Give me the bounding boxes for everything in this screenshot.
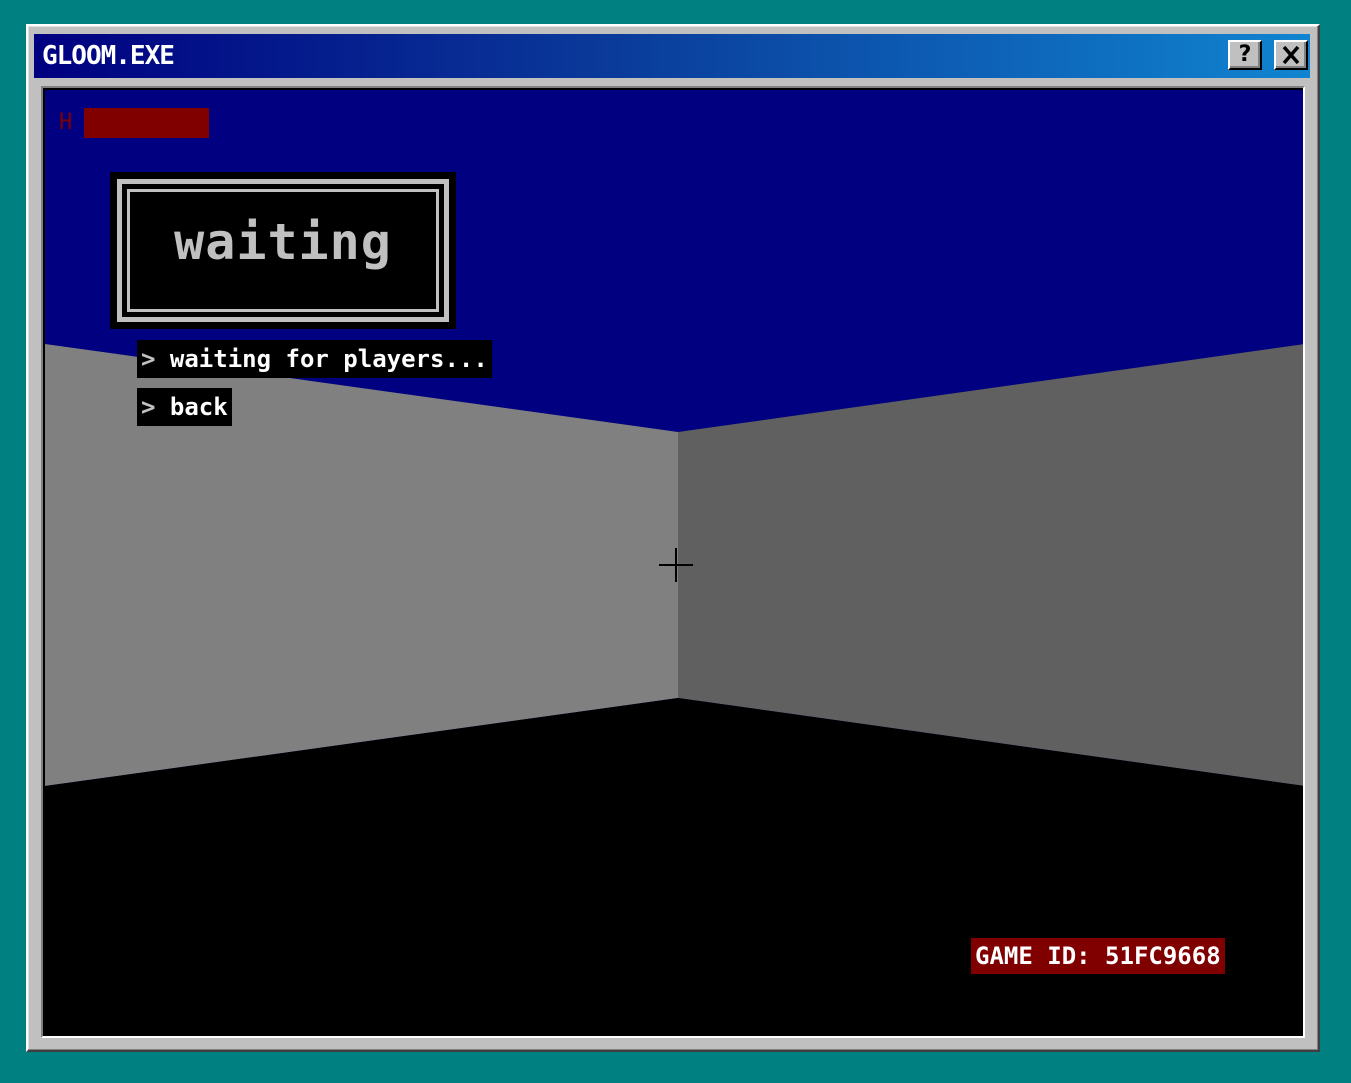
close-icon <box>1282 45 1300 65</box>
menu-item-waiting[interactable]: > waiting for players... <box>137 340 492 378</box>
health-label: H <box>59 110 73 135</box>
crosshair-icon <box>659 548 693 582</box>
help-button[interactable]: ? <box>1228 40 1262 70</box>
menu-heading: waiting <box>174 213 392 271</box>
chevron-right-icon: > <box>141 393 156 421</box>
health-bar <box>84 108 209 138</box>
close-button[interactable] <box>1274 40 1308 70</box>
menu-title-box: waiting <box>110 172 456 329</box>
menu-item-back[interactable]: > back <box>137 388 232 426</box>
game-viewport[interactable]: H waiting > waiting for players... > bac… <box>41 86 1305 1038</box>
title-bar[interactable]: GLOOM.EXE ? <box>34 34 1310 78</box>
game-window: GLOOM.EXE ? H waiting > waiting for play… <box>26 24 1320 1052</box>
window-title: GLOOM.EXE <box>42 41 175 71</box>
menu-item-label: waiting for players... <box>169 345 488 373</box>
menu-item-label: back <box>169 393 228 421</box>
health-meter: H <box>59 108 219 138</box>
game-id-badge: GAME ID: 51FC9668 <box>971 938 1225 974</box>
chevron-right-icon: > <box>141 345 156 373</box>
